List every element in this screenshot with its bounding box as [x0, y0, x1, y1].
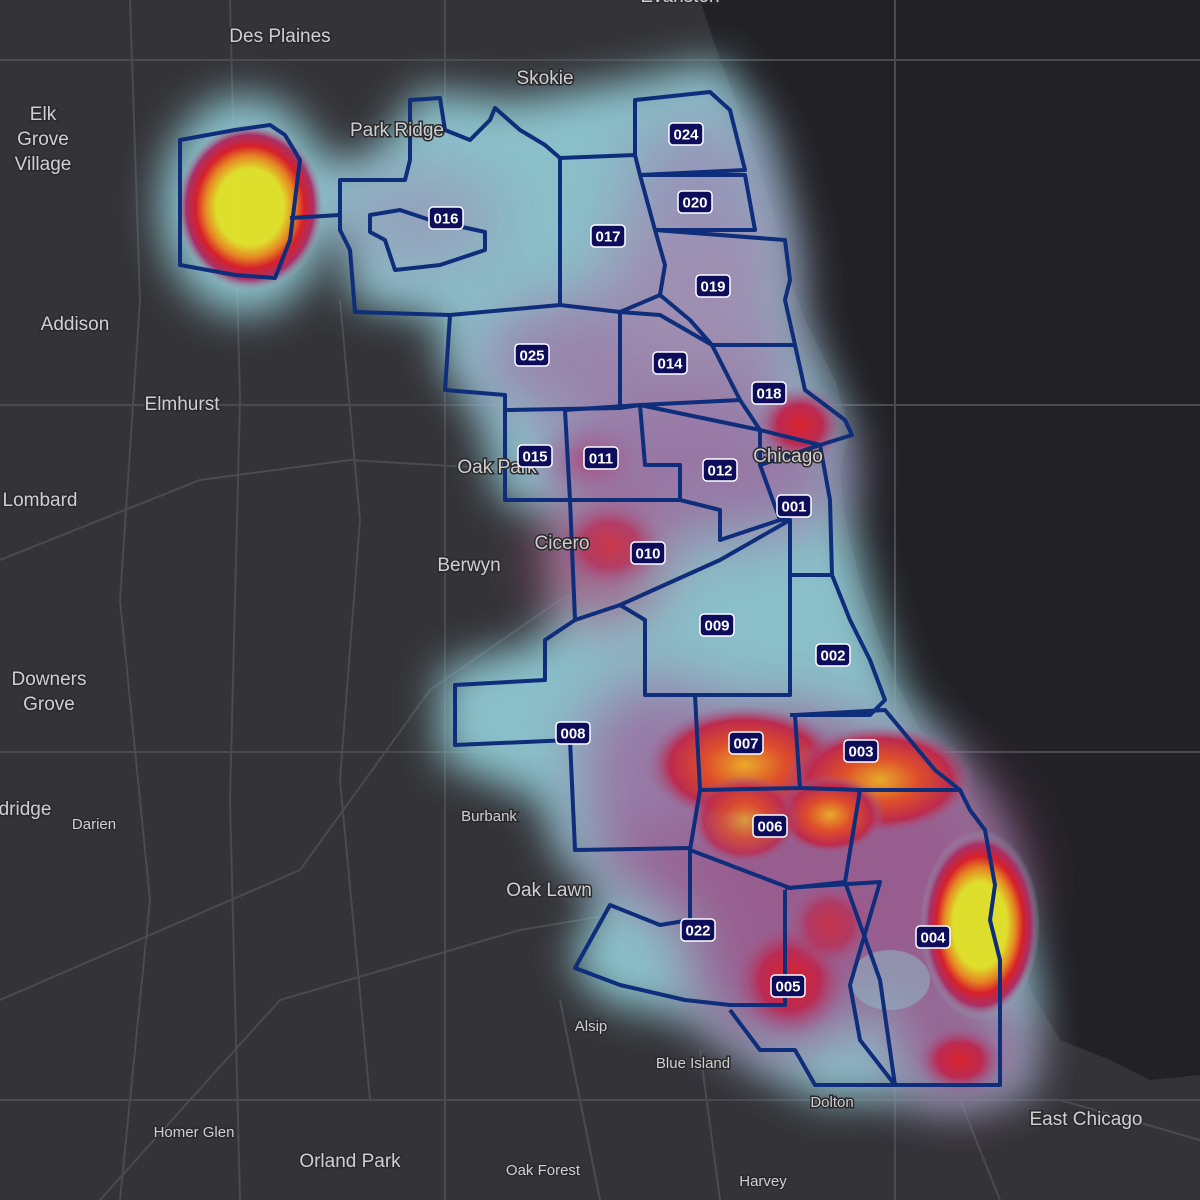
place-label-blue-island: Blue Island	[656, 1055, 730, 1072]
svg-text:011: 011	[589, 451, 613, 468]
place-label-orland-park: Orland Park	[299, 1151, 401, 1172]
place-label-lombard: Lombard	[3, 490, 78, 511]
svg-text:010: 010	[635, 546, 660, 563]
district-label-004[interactable]: 004	[915, 925, 951, 949]
district-label-003[interactable]: 003	[843, 739, 879, 763]
district-label-018[interactable]: 018	[751, 381, 787, 405]
svg-text:004: 004	[920, 930, 946, 947]
place-label-homer-glen: Homer Glen	[154, 1124, 235, 1141]
svg-text:024: 024	[673, 127, 699, 144]
place-label-elmhurst: Elmhurst	[145, 394, 221, 415]
place-label-east-chicago: East Chicago	[1029, 1109, 1142, 1130]
place-label-burbank: Burbank	[461, 808, 517, 825]
district-label-002[interactable]: 002	[815, 643, 851, 667]
svg-text:020: 020	[682, 195, 707, 212]
svg-text:025: 025	[519, 348, 544, 365]
district-label-019[interactable]: 019	[695, 274, 731, 298]
svg-text:003: 003	[848, 744, 873, 761]
svg-text:016: 016	[433, 211, 458, 228]
svg-text:014: 014	[657, 356, 683, 373]
district-label-006[interactable]: 006	[752, 814, 788, 838]
svg-text:019: 019	[700, 279, 725, 296]
place-label-addison: Addison	[41, 314, 110, 335]
place-label-skokie: Skokie	[516, 68, 573, 89]
district-label-025[interactable]: 025	[514, 343, 550, 367]
district-label-022[interactable]: 022	[680, 918, 716, 942]
svg-text:005: 005	[775, 979, 800, 996]
district-label-024[interactable]: 024	[668, 122, 704, 146]
district-label-020[interactable]: 020	[677, 190, 713, 214]
map-container[interactable]: EvanstonDes PlainesSkokieElkGroveVillage…	[0, 0, 1200, 1200]
svg-text:015: 015	[522, 449, 547, 466]
district-label-014[interactable]: 014	[652, 351, 688, 375]
place-label-evanston: Evanston	[640, 0, 719, 7]
place-label-chicago: Chicago	[753, 446, 823, 467]
place-label-park-ridge: Park Ridge	[350, 120, 444, 141]
district-label-017[interactable]: 017	[590, 224, 626, 248]
district-label-016[interactable]: 016	[428, 206, 464, 230]
district-label-001[interactable]: 001	[776, 494, 812, 518]
district-label-008[interactable]: 008	[555, 721, 591, 745]
svg-text:002: 002	[820, 648, 845, 665]
place-label-oak-forest: Oak Forest	[506, 1162, 581, 1179]
place-label-berwyn: Berwyn	[437, 555, 500, 576]
district-label-007[interactable]: 007	[728, 731, 764, 755]
map-canvas[interactable]: EvanstonDes PlainesSkokieElkGroveVillage…	[0, 0, 1200, 1200]
svg-text:017: 017	[595, 229, 620, 246]
svg-text:001: 001	[781, 499, 806, 516]
svg-text:012: 012	[707, 463, 732, 480]
svg-text:008: 008	[560, 726, 585, 743]
svg-text:022: 022	[685, 923, 710, 940]
place-label-alsip: Alsip	[575, 1018, 608, 1035]
place-label-cicero: Cicero	[535, 533, 590, 554]
place-label-des-plaines: Des Plaines	[229, 26, 330, 47]
district-label-012[interactable]: 012	[702, 458, 738, 482]
district-label-010[interactable]: 010	[630, 541, 666, 565]
place-label-darien: Darien	[72, 816, 116, 833]
district-label-005[interactable]: 005	[770, 974, 806, 998]
svg-text:009: 009	[704, 618, 729, 635]
place-label-harvey: Harvey	[739, 1173, 787, 1190]
svg-text:006: 006	[757, 819, 782, 836]
place-label-dridge: dridge	[0, 799, 51, 820]
svg-text:018: 018	[756, 386, 781, 403]
place-label-oak-lawn: Oak Lawn	[506, 880, 592, 901]
district-label-015[interactable]: 015	[517, 444, 553, 468]
svg-text:007: 007	[733, 736, 758, 753]
district-label-011[interactable]: 011	[583, 446, 619, 470]
district-label-009[interactable]: 009	[699, 613, 735, 637]
place-label-dolton: Dolton	[810, 1094, 853, 1111]
